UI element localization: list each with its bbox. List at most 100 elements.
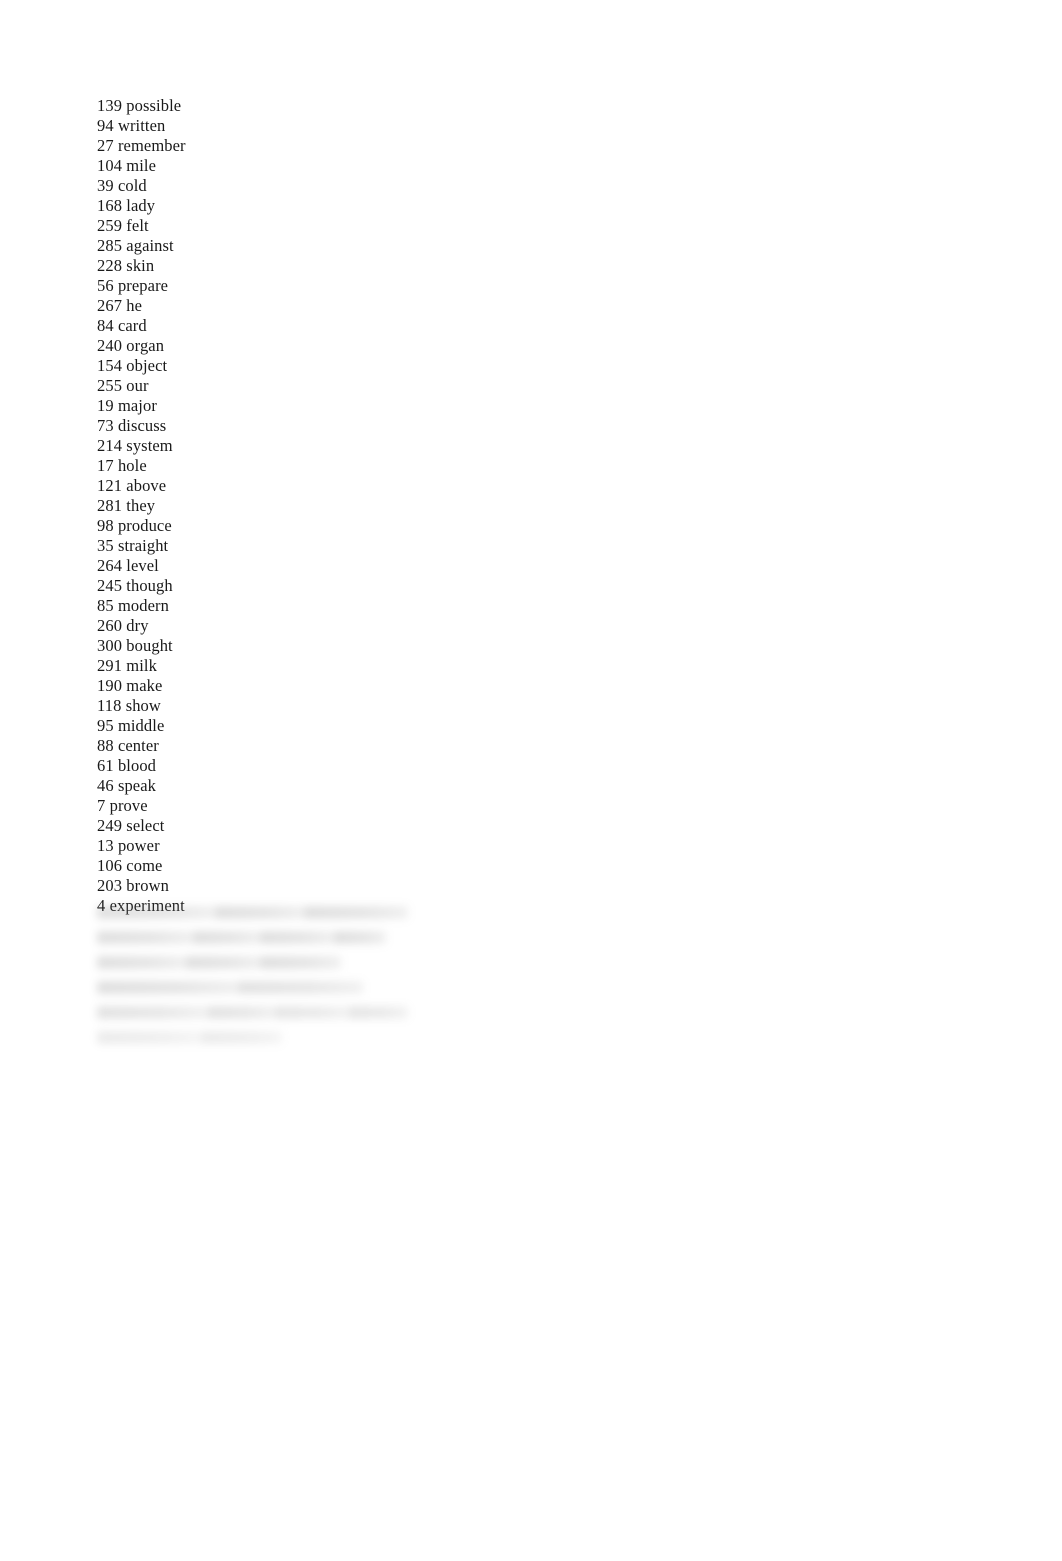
word-label: produce	[117, 516, 172, 535]
list-item: 259 felt	[97, 216, 517, 236]
word-label: dry	[126, 616, 149, 635]
word-label: center	[117, 736, 159, 755]
word-label: make	[126, 676, 163, 695]
word-label: prepare	[117, 276, 169, 295]
word-label: milk	[126, 656, 157, 675]
list-item: 4 experiment	[97, 896, 517, 916]
word-count: 73	[97, 416, 114, 435]
list-item: 7 prove	[97, 796, 517, 816]
list-item: 285 against	[97, 236, 517, 256]
word-count: 139	[97, 96, 123, 115]
blurred-list-item	[185, 956, 260, 969]
word-label: lady	[126, 196, 156, 215]
list-item: 118 show	[97, 696, 517, 716]
word-label: system	[126, 436, 173, 455]
list-item: 19 major	[97, 396, 517, 416]
list-item: 255 our	[97, 376, 517, 396]
list-item: 56 prepare	[97, 276, 517, 296]
list-item: 17 hole	[97, 456, 517, 476]
word-count: 35	[97, 536, 114, 555]
word-count: 245	[97, 576, 123, 595]
word-label: card	[117, 316, 147, 335]
list-item: 35 straight	[97, 536, 517, 556]
word-count: 300	[97, 636, 123, 655]
word-count: 4	[97, 896, 106, 915]
word-label: show	[125, 696, 161, 715]
list-item: 88 center	[97, 736, 517, 756]
word-label: prove	[109, 796, 148, 815]
word-label: he	[126, 296, 143, 315]
list-item: 154 object	[97, 356, 517, 376]
list-item: 46 speak	[97, 776, 517, 796]
blurred-list-item	[348, 1006, 408, 1019]
word-label: skin	[126, 256, 155, 275]
blurred-list-item	[97, 956, 186, 969]
word-label: blood	[117, 756, 157, 775]
word-label: mile	[126, 156, 157, 175]
blurred-list-item	[259, 931, 334, 944]
word-count: 260	[97, 616, 123, 635]
list-item: 260 dry	[97, 616, 517, 636]
word-count: 291	[97, 656, 123, 675]
blurred-list-item	[200, 1031, 282, 1044]
list-item: 168 lady	[97, 196, 517, 216]
blurred-list-item	[97, 981, 238, 994]
word-label: power	[117, 836, 160, 855]
blurred-list-item	[333, 931, 386, 944]
word-label: remember	[117, 136, 186, 155]
blurred-list-item	[208, 1006, 275, 1019]
list-item: 267 he	[97, 296, 517, 316]
word-count: 259	[97, 216, 123, 235]
word-count: 85	[97, 596, 114, 615]
list-item: 84 card	[97, 316, 517, 336]
word-count: 95	[97, 716, 114, 735]
word-count: 264	[97, 556, 123, 575]
word-label: though	[126, 576, 173, 595]
word-label: our	[126, 376, 149, 395]
word-count: 88	[97, 736, 114, 755]
word-count: 190	[97, 676, 123, 695]
list-item: 203 brown	[97, 876, 517, 896]
list-item: 214 system	[97, 436, 517, 456]
blurred-list-item	[97, 931, 194, 944]
word-count: 17	[97, 456, 114, 475]
blurred-list-item	[193, 931, 260, 944]
word-count: 228	[97, 256, 123, 275]
list-item: 300 bought	[97, 636, 517, 656]
word-count: 203	[97, 876, 123, 895]
word-count: 285	[97, 236, 123, 255]
word-label: select	[126, 816, 165, 835]
word-label: written	[117, 116, 166, 135]
word-label: possible	[126, 96, 182, 115]
word-frequency-list: 139 possible 94 written 27 remember 104 mil…	[97, 96, 517, 916]
word-count: 19	[97, 396, 114, 415]
word-count: 240	[97, 336, 123, 355]
word-label: felt	[126, 216, 149, 235]
list-item: 95 middle	[97, 716, 517, 736]
word-label: straight	[117, 536, 169, 555]
word-label: middle	[117, 716, 165, 735]
word-count: 13	[97, 836, 114, 855]
word-count: 168	[97, 196, 123, 215]
word-label: experiment	[109, 896, 185, 915]
list-item: 121 above	[97, 476, 517, 496]
list-item: 281 they	[97, 496, 517, 516]
word-label: above	[126, 476, 167, 495]
list-item: 98 produce	[97, 516, 517, 536]
word-count: 214	[97, 436, 123, 455]
list-item: 291 milk	[97, 656, 517, 676]
word-count: 121	[97, 476, 123, 495]
list-item: 240 organ	[97, 336, 517, 356]
blurred-word-list-continuation	[97, 906, 427, 1056]
list-item: 61 blood	[97, 756, 517, 776]
word-count: 56	[97, 276, 114, 295]
word-label: against	[126, 236, 174, 255]
list-item: 190 make	[97, 676, 517, 696]
list-item: 13 power	[97, 836, 517, 856]
word-label: they	[126, 496, 156, 515]
document-page: 139 possible 94 written 27 remember 104 mil…	[0, 0, 1062, 1561]
list-item: 104 mile	[97, 156, 517, 176]
word-count: 7	[97, 796, 106, 815]
list-item: 106 come	[97, 856, 517, 876]
list-item: 39 cold	[97, 176, 517, 196]
